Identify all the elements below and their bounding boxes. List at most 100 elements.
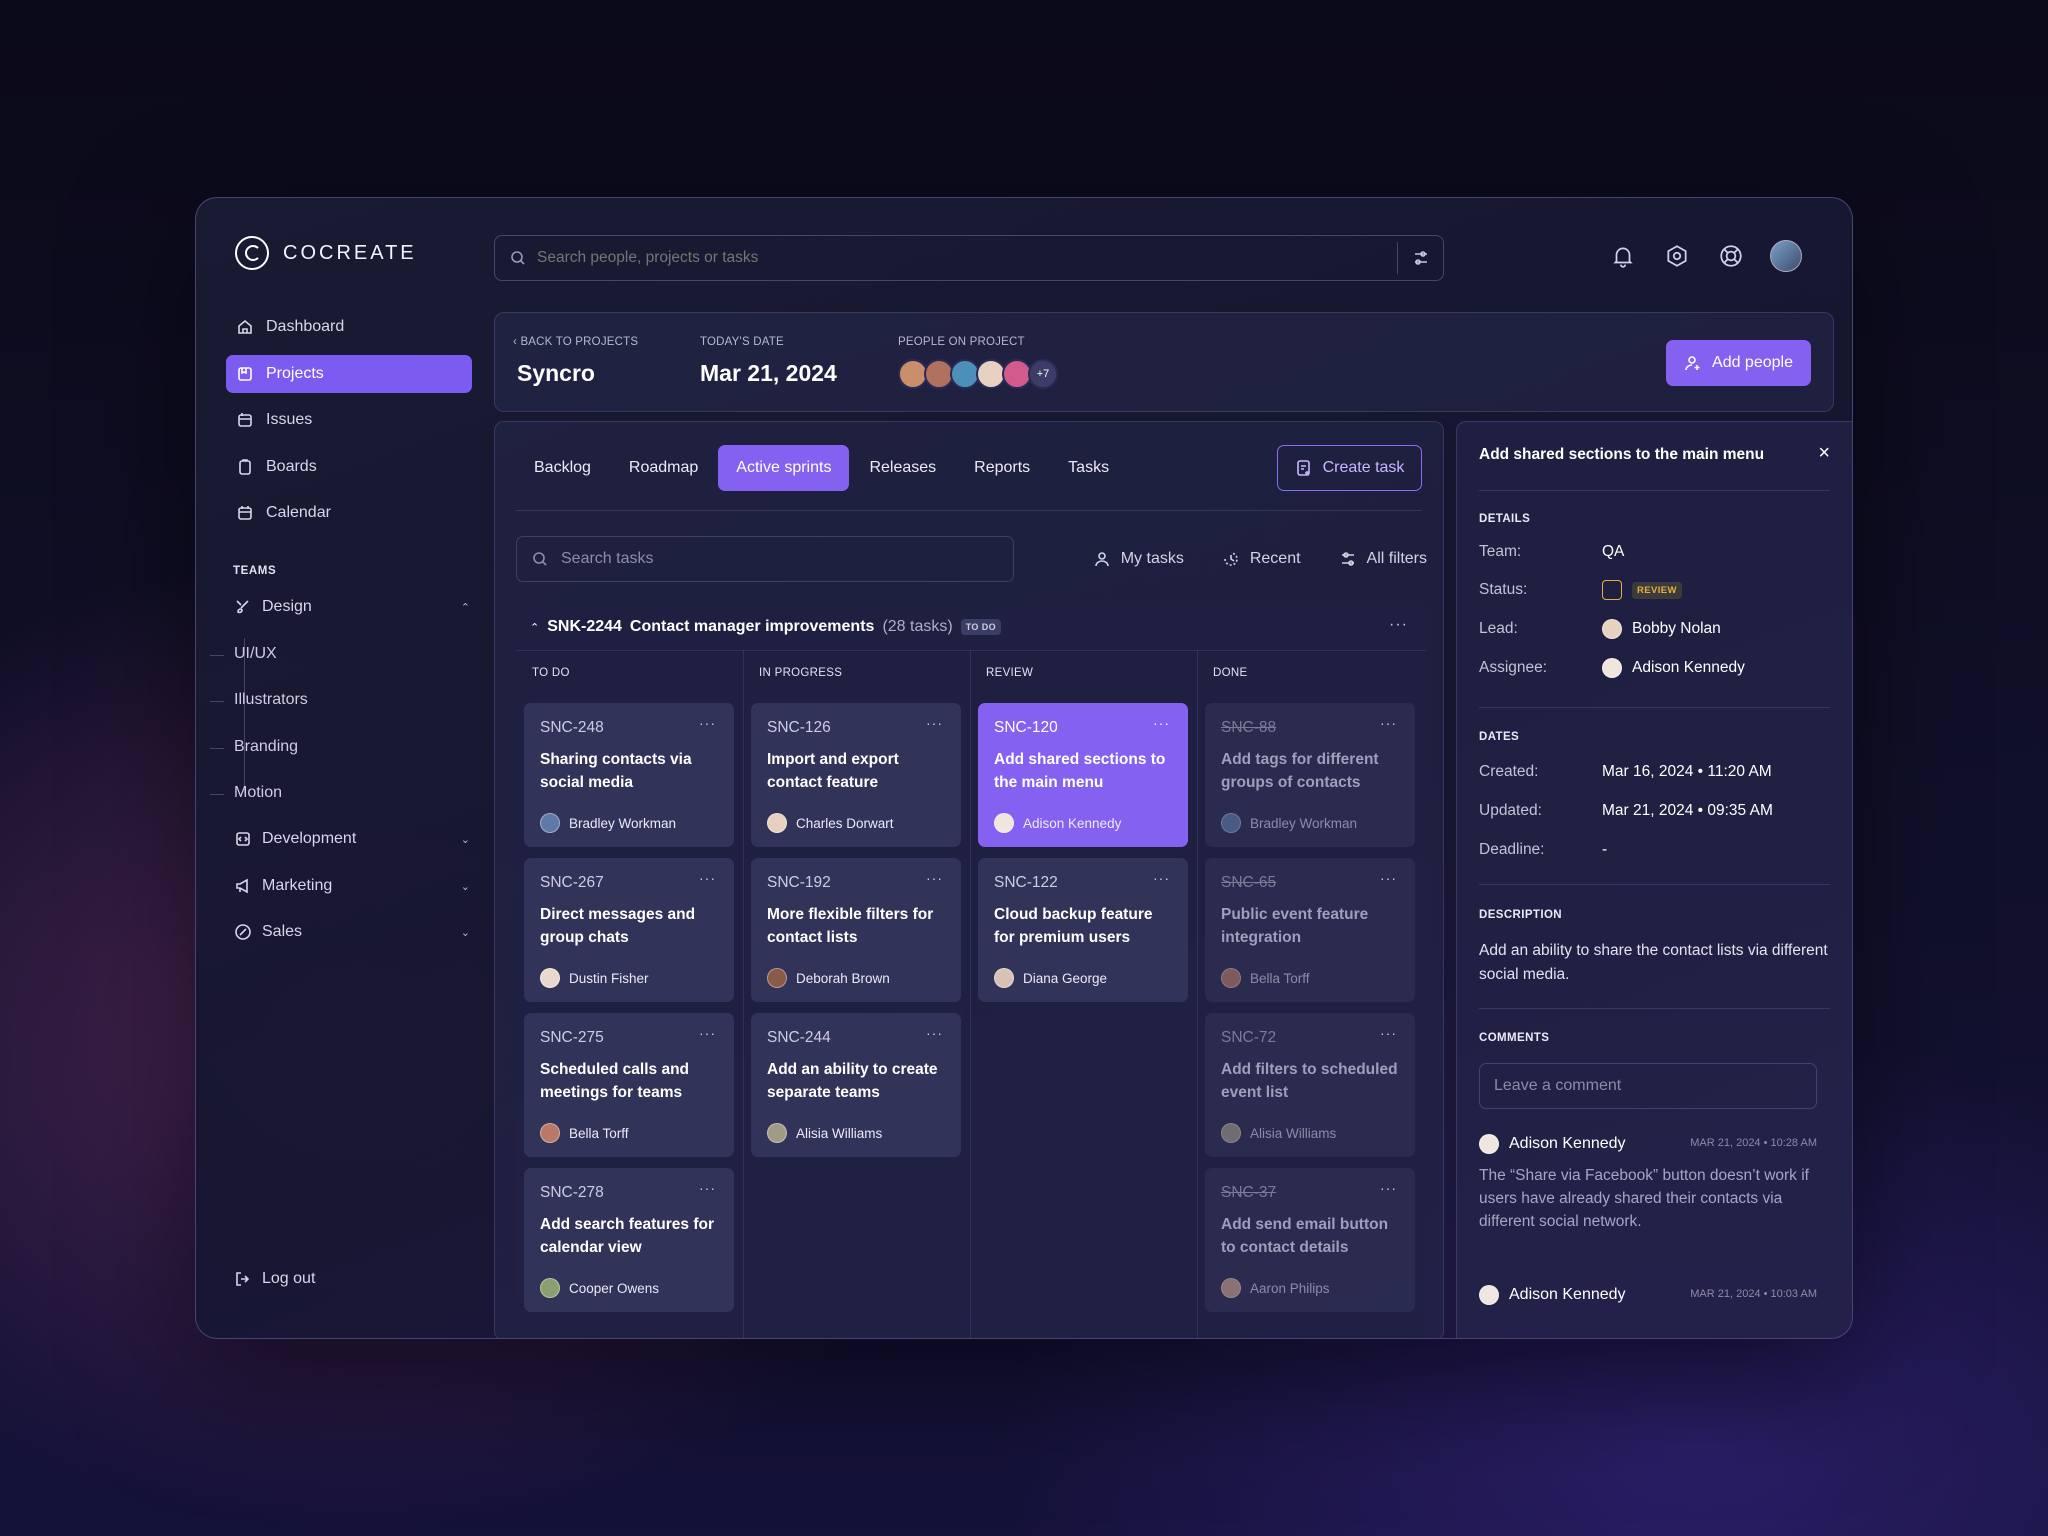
task-title: Add send email button to contact details bbox=[1221, 1216, 1389, 1256]
team-sales[interactable]: Sales ⌄ bbox=[234, 923, 470, 941]
task-card-done[interactable]: SNC-65 ··· Public event feature integratio… bbox=[1205, 858, 1415, 1002]
detail-key: Created: bbox=[1479, 763, 1539, 780]
assignee-name: Charles Dorwart bbox=[796, 815, 894, 831]
more-icon[interactable]: ··· bbox=[699, 1180, 716, 1196]
subteam-branding[interactable]: Branding bbox=[209, 738, 298, 756]
detail-status: Status: REVIEW bbox=[1479, 580, 1829, 600]
more-icon[interactable]: ··· bbox=[1380, 870, 1397, 886]
deadline-value: - bbox=[1602, 841, 1608, 858]
task-card[interactable]: SNC-122 ··· Cloud backup feature for premi… bbox=[978, 858, 1188, 1002]
brand-name: COCREATE bbox=[283, 241, 417, 264]
back-to-projects-link[interactable]: ‹ BACK TO PROJECTS bbox=[513, 336, 638, 348]
more-icon[interactable]: ··· bbox=[1380, 1180, 1397, 1196]
task-search[interactable]: Search tasks bbox=[516, 536, 1014, 582]
comment: Adison Kennedy MAR 21, 2024 • 10:28 AM T… bbox=[1479, 1134, 1817, 1233]
task-id: SNC-278 bbox=[540, 1184, 604, 1201]
task-title: Scheduled calls and meetings for teams bbox=[540, 1061, 690, 1101]
more-icon[interactable]: ··· bbox=[1380, 715, 1397, 731]
tab-backlog[interactable]: Backlog bbox=[516, 445, 609, 491]
more-icon[interactable]: ··· bbox=[926, 1025, 943, 1041]
group-id: SNK-2244 bbox=[547, 618, 622, 635]
task-card-done[interactable]: SNC-37 ··· Add send email button to contac… bbox=[1205, 1168, 1415, 1312]
recent-icon bbox=[1222, 550, 1240, 568]
date-deadline: Deadline: - bbox=[1479, 841, 1829, 859]
assignee-value[interactable]: Adison Kennedy bbox=[1602, 658, 1745, 678]
task-card-selected[interactable]: SNC-120 ··· Add shared sections to the mai… bbox=[978, 703, 1188, 847]
sprint-board: Backlog Roadmap Active sprints Releases … bbox=[494, 421, 1444, 1338]
more-icon[interactable]: ··· bbox=[1153, 870, 1170, 886]
user-avatar[interactable] bbox=[1770, 240, 1802, 272]
task-id: SNC-37 bbox=[1221, 1184, 1277, 1201]
task-card-done[interactable]: SNC-72 ··· Add filters to scheduled event … bbox=[1205, 1013, 1415, 1157]
people-label: PEOPLE ON PROJECT bbox=[898, 336, 1025, 348]
detail-key: Updated: bbox=[1479, 802, 1542, 819]
more-icon[interactable]: ··· bbox=[1153, 715, 1170, 731]
tab-tasks[interactable]: Tasks bbox=[1050, 445, 1127, 491]
global-search[interactable] bbox=[494, 235, 1444, 281]
add-people-button[interactable]: Add people bbox=[1666, 340, 1811, 386]
filter-settings-icon[interactable] bbox=[1397, 242, 1443, 274]
status-value[interactable]: REVIEW bbox=[1602, 580, 1682, 600]
assignee-name: Diana George bbox=[1023, 970, 1108, 986]
task-card[interactable]: SNC-192 ··· More flexible filters for cont… bbox=[751, 858, 961, 1002]
create-task-button[interactable]: Create task bbox=[1277, 445, 1422, 491]
assignee-name: Adison Kennedy bbox=[1632, 659, 1745, 676]
avatar bbox=[1479, 1134, 1499, 1154]
project-people[interactable]: +7 bbox=[898, 359, 1058, 389]
more-icon[interactable]: ··· bbox=[926, 715, 943, 731]
global-search-input[interactable] bbox=[537, 249, 1337, 267]
team-marketing[interactable]: Marketing ⌄ bbox=[234, 877, 470, 895]
close-icon[interactable]: × bbox=[1818, 442, 1830, 465]
avatar bbox=[1221, 1123, 1241, 1143]
task-card[interactable]: SNC-248 ··· Sharing contacts via social me… bbox=[524, 703, 734, 847]
logo[interactable]: COCREATE bbox=[235, 236, 417, 270]
code-icon bbox=[234, 830, 252, 848]
task-id: SNC-244 bbox=[767, 1029, 831, 1046]
task-card[interactable]: SNC-126 ··· Import and export contact feat… bbox=[751, 703, 961, 847]
filter-recent[interactable]: Recent bbox=[1222, 550, 1301, 568]
sliders-icon bbox=[1339, 550, 1357, 568]
column-header-review: REVIEW bbox=[970, 650, 1197, 694]
more-icon[interactable]: ··· bbox=[699, 715, 716, 731]
more-icon[interactable]: ··· bbox=[699, 1025, 716, 1041]
filter-my-tasks[interactable]: My tasks bbox=[1093, 550, 1184, 568]
task-card[interactable]: SNC-244 ··· Add an ability to create separ… bbox=[751, 1013, 961, 1157]
logout-button[interactable]: Log out bbox=[234, 1270, 315, 1288]
tab-releases[interactable]: Releases bbox=[851, 445, 954, 491]
task-card[interactable]: SNC-267 ··· Direct messages and group chat… bbox=[524, 858, 734, 1002]
more-icon[interactable]: ··· bbox=[926, 870, 943, 886]
divider bbox=[1479, 884, 1830, 885]
group-header[interactable]: ⌃ SNK-2244 Contact manager improvements … bbox=[530, 618, 1002, 636]
more-icon[interactable]: ··· bbox=[699, 870, 716, 886]
task-card[interactable]: SNC-275 ··· Scheduled calls and meetings f… bbox=[524, 1013, 734, 1157]
lead-value[interactable]: Bobby Nolan bbox=[1602, 619, 1721, 639]
comment-input[interactable]: Leave a comment bbox=[1479, 1063, 1817, 1109]
subteam-uiux[interactable]: UI/UX bbox=[210, 645, 277, 663]
tab-roadmap[interactable]: Roadmap bbox=[611, 445, 716, 491]
detail-lead: Lead: Bobby Nolan bbox=[1479, 619, 1829, 639]
subteam-motion[interactable]: Motion bbox=[209, 784, 282, 802]
nav-boards[interactable]: Boards bbox=[226, 448, 472, 486]
divider bbox=[1479, 1008, 1830, 1009]
detail-key: Lead: bbox=[1479, 620, 1518, 637]
task-assignee: Bradley Workman bbox=[1221, 813, 1357, 833]
nav-issues[interactable]: Issues bbox=[226, 401, 472, 439]
subteam-illustrators[interactable]: Illustrators bbox=[210, 691, 308, 709]
nav-calendar[interactable]: Calendar bbox=[226, 494, 472, 532]
nav-dashboard[interactable]: Dashboard bbox=[226, 308, 472, 346]
nav-projects[interactable]: Projects bbox=[226, 354, 472, 393]
help-lifebuoy-icon[interactable] bbox=[1716, 241, 1746, 271]
team-development[interactable]: Development ⌄ bbox=[234, 830, 470, 848]
filter-all[interactable]: All filters bbox=[1339, 550, 1427, 568]
bell-icon[interactable] bbox=[1608, 241, 1638, 271]
task-card-done[interactable]: SNC-88 ··· Add tags for different groups o… bbox=[1205, 703, 1415, 847]
issues-icon bbox=[236, 411, 254, 429]
settings-hexagon-icon[interactable] bbox=[1662, 241, 1692, 271]
team-design[interactable]: Design ⌃ bbox=[234, 598, 470, 616]
task-card[interactable]: SNC-278 ··· Add search features for calend… bbox=[524, 1168, 734, 1312]
detail-assignee: Assignee: Adison Kennedy bbox=[1479, 658, 1829, 678]
more-icon[interactable]: ··· bbox=[1380, 1025, 1397, 1041]
more-icon[interactable]: ··· bbox=[1389, 616, 1408, 634]
tab-active-sprints[interactable]: Active sprints bbox=[718, 445, 850, 491]
tab-reports[interactable]: Reports bbox=[956, 445, 1048, 491]
